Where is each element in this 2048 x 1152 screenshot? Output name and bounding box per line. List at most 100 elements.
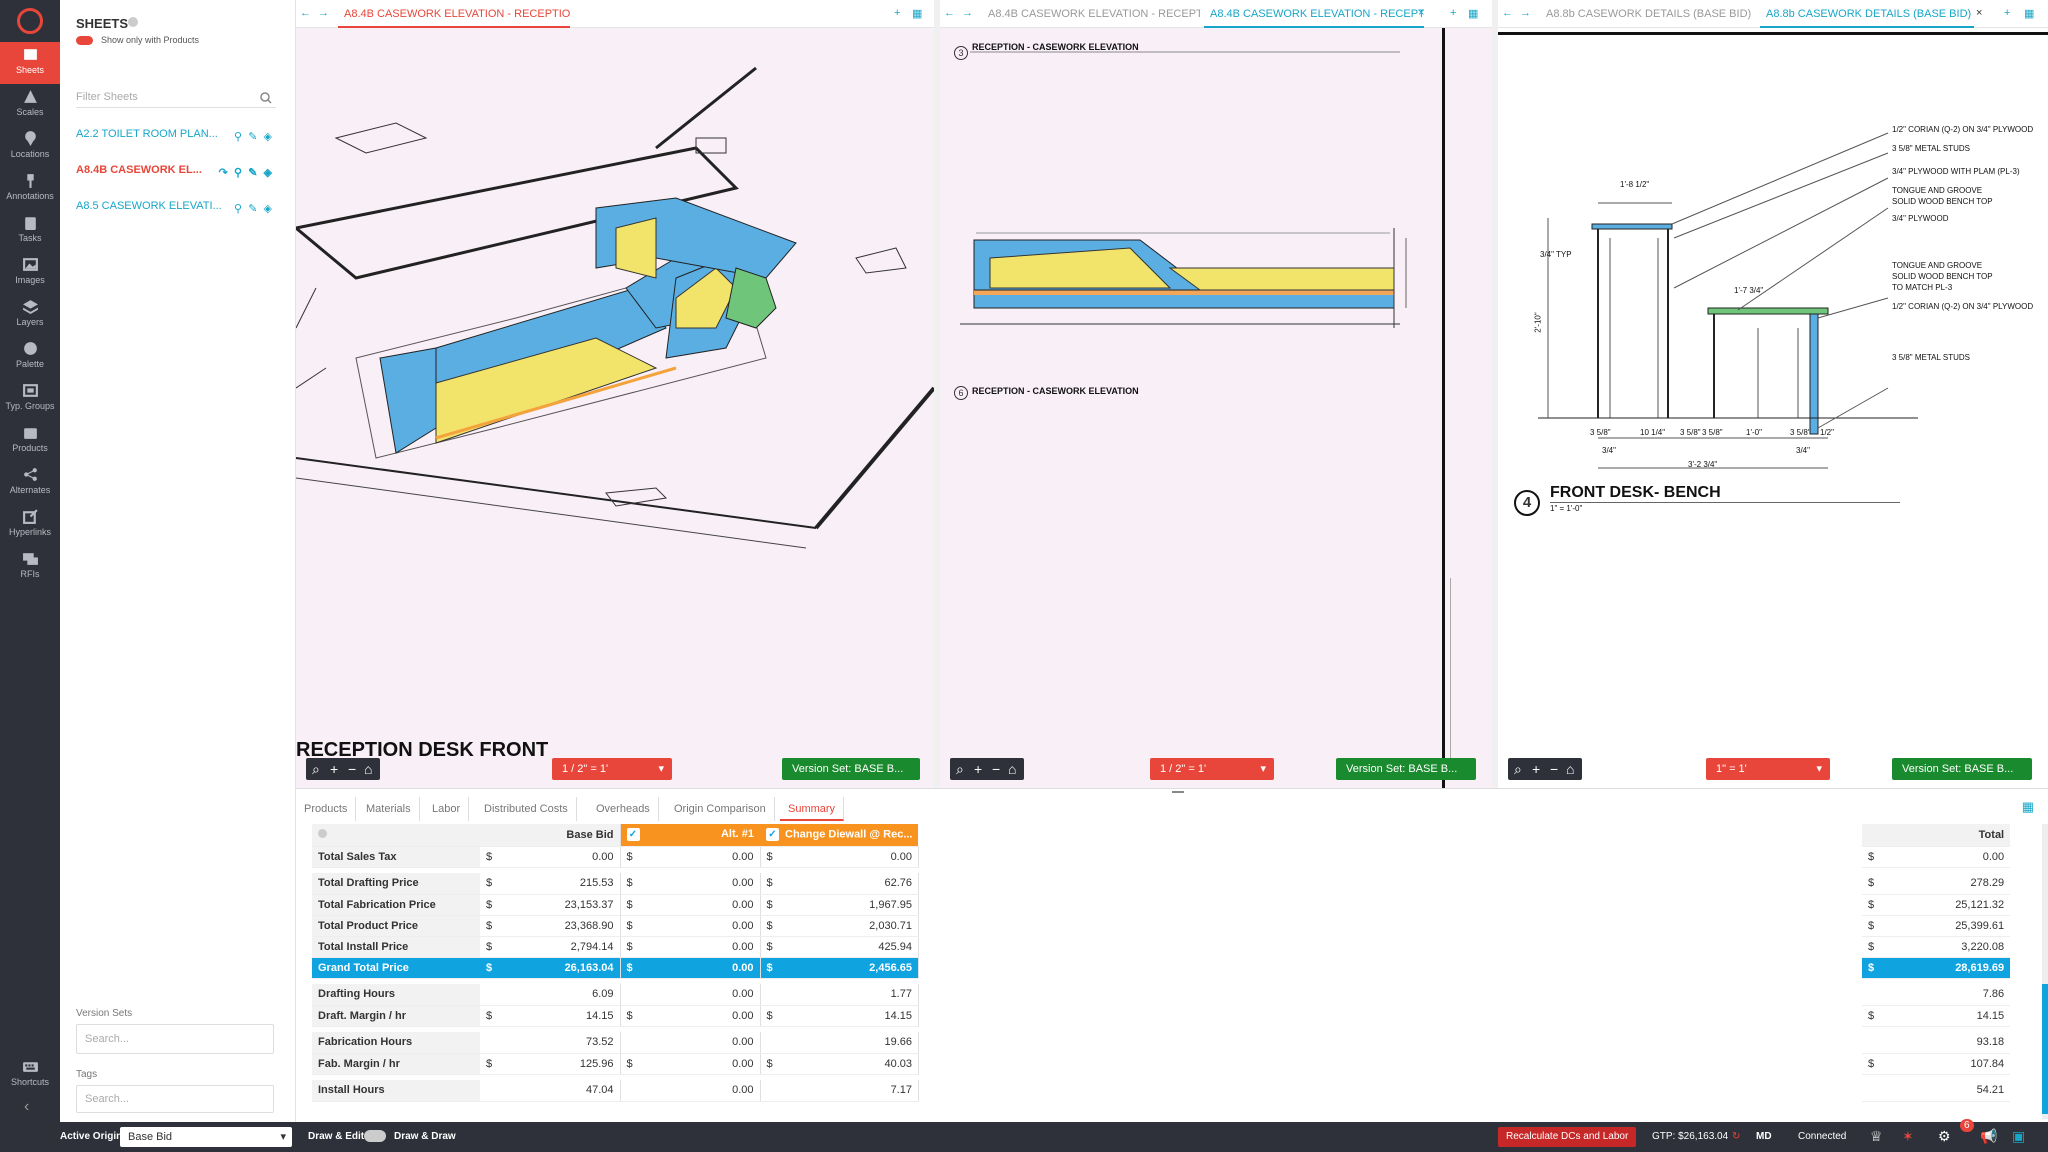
search-icon[interactable] xyxy=(260,92,272,104)
panel-resize-handle[interactable] xyxy=(1172,791,1184,793)
sheet-item-a8-4b[interactable]: A8.4B CASEWORK EL... ↷ ⚲ ✎ ◈ xyxy=(76,164,286,184)
sheet-item-a8-5[interactable]: A8.5 CASEWORK ELEVATI... ⚲ ✎ ◈ xyxy=(76,200,286,220)
tab-products[interactable]: Products xyxy=(296,797,357,821)
version-sets-search[interactable]: Search... xyxy=(76,1024,274,1054)
draw-mode-toggle[interactable] xyxy=(364,1130,386,1142)
asterisk-icon[interactable]: ✶ xyxy=(1902,1128,1914,1145)
scale-dropdown[interactable]: 1" = 1' ▾ xyxy=(1706,758,1830,780)
forward-arrow-icon[interactable]: → xyxy=(1520,7,1531,19)
rail-item-products[interactable]: Products xyxy=(0,420,60,462)
rail-item-sheets[interactable]: Sheets xyxy=(0,42,60,84)
refresh-icon[interactable]: ↻ xyxy=(1732,1131,1740,1142)
rail-item-hyperlinks[interactable]: Hyperlinks xyxy=(0,504,60,546)
back-arrow-icon[interactable]: ← xyxy=(944,7,955,19)
layout-icon[interactable]: ▣ xyxy=(2012,1128,2025,1145)
tab-distributed-costs[interactable]: Distributed Costs xyxy=(476,797,577,821)
share-icon[interactable]: ↷ xyxy=(219,167,228,179)
drawing-canvas[interactable]: RECEPTION DESK FRONT xyxy=(296,28,934,788)
back-arrow-icon[interactable]: ← xyxy=(300,7,311,19)
binoculars-icon[interactable]: ⚲ xyxy=(234,203,242,215)
cube-icon[interactable]: ◈ xyxy=(264,167,272,179)
rail-item-rfis[interactable]: RFIs xyxy=(0,546,60,588)
show-only-products-toggle[interactable] xyxy=(76,36,93,45)
home-icon[interactable]: ⌂ xyxy=(1008,758,1016,780)
add-tab-icon[interactable]: + xyxy=(1450,7,1456,19)
binoculars-icon[interactable]: ⚲ xyxy=(234,131,242,143)
version-set-button[interactable]: Version Set: BASE B... xyxy=(1892,758,2032,780)
recalculate-button[interactable]: Recalculate DCs and Labor xyxy=(1498,1127,1637,1147)
user-initials[interactable]: MD xyxy=(1756,1131,1772,1142)
forward-arrow-icon[interactable]: → xyxy=(318,7,329,19)
zoom-fit-icon[interactable]: ⌕ xyxy=(1514,758,1522,780)
trophy-icon[interactable]: ♕ xyxy=(1870,1128,1883,1145)
rail-item-palette[interactable]: Palette xyxy=(0,336,60,378)
tab-materials[interactable]: Materials xyxy=(358,797,420,821)
scale-dropdown[interactable]: 1 / 2" = 1' ▾ xyxy=(552,758,672,780)
tab-a8-4b-inactive[interactable]: A8.4B CASEWORK ELEVATION - RECEPT... xyxy=(982,0,1200,28)
announcement-icon[interactable]: 📢 xyxy=(1980,1128,1997,1145)
zoom-fit-icon[interactable]: ⌕ xyxy=(956,758,964,780)
back-arrow-icon[interactable]: ← xyxy=(1502,7,1513,19)
zoom-out-icon[interactable]: − xyxy=(348,758,356,780)
add-tab-icon[interactable]: + xyxy=(894,7,900,19)
row-label: Grand Total Price xyxy=(312,957,480,979)
tab-overheads[interactable]: Overheads xyxy=(588,797,659,821)
drawing-canvas[interactable]: 1/2" CORIAN (Q-2) ON 3/4" PLYWOOD 3 5/8"… xyxy=(1498,28,2048,788)
zoom-in-icon[interactable]: + xyxy=(974,758,982,780)
rail-item-alternates[interactable]: Alternates xyxy=(0,462,60,504)
checkbox-icon[interactable]: ✓ xyxy=(626,828,640,842)
rail-item-layers[interactable]: Layers xyxy=(0,294,60,336)
home-icon[interactable]: ⌂ xyxy=(1566,758,1574,780)
grid-icon[interactable]: ▦ xyxy=(912,7,922,20)
rail-item-scales[interactable]: Scales xyxy=(0,84,60,126)
zoom-in-icon[interactable]: + xyxy=(1532,758,1540,780)
tab-summary[interactable]: Summary xyxy=(780,797,845,821)
zoom-fit-icon[interactable]: ⌕ xyxy=(312,758,320,780)
table-view-icon[interactable]: ▦ xyxy=(2022,799,2034,815)
grid-icon[interactable]: ▦ xyxy=(2024,7,2034,20)
scale-dropdown[interactable]: 1 / 2" = 1' ▾ xyxy=(1150,758,1274,780)
zoom-out-icon[interactable]: − xyxy=(1550,758,1558,780)
column-header-alt[interactable]: ✓ Change Diewall @ Rec... xyxy=(760,824,919,847)
rail-item-images[interactable]: Images xyxy=(0,252,60,294)
currency-symbol: $ xyxy=(480,915,494,937)
home-icon[interactable]: ⌂ xyxy=(364,758,372,780)
tab-labor[interactable]: Labor xyxy=(424,797,470,821)
gear-icon[interactable]: ⚙ xyxy=(1938,1128,1951,1145)
tab-a8-8b-active[interactable]: A8.8b CASEWORK DETAILS (BASE BID) xyxy=(1760,0,1974,28)
zoom-out-icon[interactable]: − xyxy=(992,758,1000,780)
edit-icon[interactable]: ✎ xyxy=(248,203,257,215)
rail-item-locations[interactable]: Locations xyxy=(0,126,60,168)
binoculars-icon[interactable]: ⚲ xyxy=(234,167,242,179)
forward-arrow-icon[interactable]: → xyxy=(962,7,973,19)
cube-icon[interactable]: ◈ xyxy=(264,131,272,143)
cube-icon[interactable]: ◈ xyxy=(264,203,272,215)
tab-a8-4b-active[interactable]: A8.4B CASEWORK ELEVATION - RECEPT xyxy=(1204,0,1424,28)
sheet-item-a2-2[interactable]: A2.2 TOILET ROOM PLAN... ⚲ ✎ ◈ xyxy=(76,128,286,148)
rail-item-tasks[interactable]: Tasks xyxy=(0,210,60,252)
rail-item-typ-groups[interactable]: Typ. Groups xyxy=(0,378,60,420)
close-tab-icon[interactable]: × xyxy=(1976,7,1982,19)
scrollbar[interactable] xyxy=(2042,824,2048,1119)
app-logo-icon[interactable] xyxy=(17,8,43,34)
edit-icon[interactable]: ✎ xyxy=(248,131,257,143)
grid-icon[interactable]: ▦ xyxy=(1468,7,1478,20)
checkbox-icon[interactable]: ✓ xyxy=(766,828,779,842)
tags-search[interactable]: Search... xyxy=(76,1085,274,1113)
column-header-alt[interactable]: ✓ Alt. #1 xyxy=(620,824,760,847)
close-tab-icon[interactable]: × xyxy=(1418,7,1424,19)
tab-a8-4b[interactable]: A8.4B CASEWORK ELEVATION - RECEPTIO... xyxy=(338,0,570,28)
tab-a8-8b-inactive[interactable]: A8.8b CASEWORK DETAILS (BASE BID) xyxy=(1540,0,1754,28)
filter-sheets-input[interactable]: Filter Sheets xyxy=(76,88,276,108)
collapse-panel-icon[interactable]: ‹ xyxy=(24,1098,29,1116)
active-origin-select[interactable]: Base Bid ▾ xyxy=(120,1127,292,1147)
rail-item-annotations[interactable]: Annotations xyxy=(0,168,60,210)
edit-icon[interactable]: ✎ xyxy=(248,167,257,179)
zoom-in-icon[interactable]: + xyxy=(330,758,338,780)
add-tab-icon[interactable]: + xyxy=(2004,7,2010,19)
tab-origin-comparison[interactable]: Origin Comparison xyxy=(666,797,775,821)
version-set-button[interactable]: Version Set: BASE B... xyxy=(1336,758,1476,780)
drawing-canvas[interactable]: 3 RECEPTION - CASEWORK ELEVATION 6 RECEP… xyxy=(940,28,1492,788)
rail-item-shortcuts[interactable]: Shortcuts xyxy=(0,1054,60,1096)
version-set-button[interactable]: Version Set: BASE B... xyxy=(782,758,920,780)
